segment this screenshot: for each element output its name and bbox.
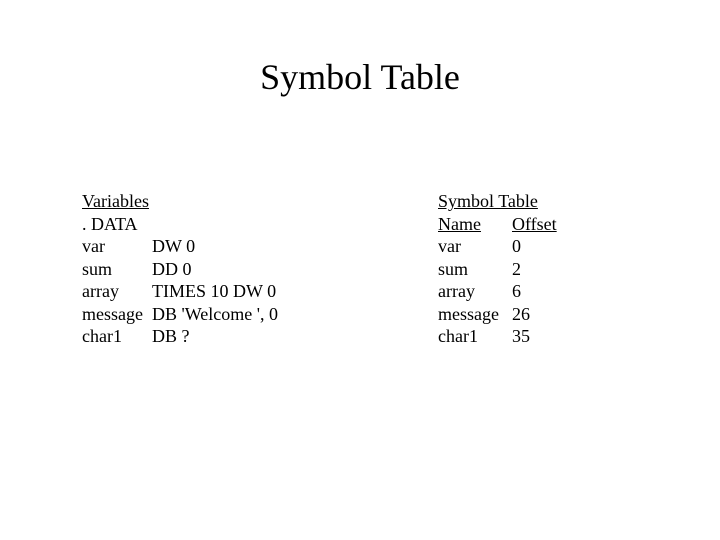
symbol-name: var [438, 235, 512, 258]
symbol-name: sum [438, 258, 512, 281]
variable-row: char1 DB ? [82, 325, 362, 348]
symbol-row: char1 35 [438, 325, 638, 348]
variable-name: var [82, 235, 152, 258]
variable-name: char1 [82, 325, 152, 348]
variable-def: DB 'Welcome ', 0 [152, 303, 278, 326]
variable-row: array TIMES 10 DW 0 [82, 280, 362, 303]
variables-heading: Variables [82, 190, 362, 213]
slide: Symbol Table Variables . DATA var DW 0 s… [0, 0, 720, 540]
symbol-row: array 6 [438, 280, 638, 303]
column-header-offset: Offset [512, 213, 557, 236]
variable-row: var DW 0 [82, 235, 362, 258]
variable-row: sum DD 0 [82, 258, 362, 281]
variable-name: sum [82, 258, 152, 281]
variables-column: Variables . DATA var DW 0 sum DD 0 array… [82, 190, 362, 348]
symbol-row: sum 2 [438, 258, 638, 281]
data-section-label: . DATA [82, 213, 362, 236]
variable-def: DB ? [152, 325, 190, 348]
symbol-row: var 0 [438, 235, 638, 258]
symbol-offset: 35 [512, 325, 530, 348]
page-title: Symbol Table [0, 56, 720, 98]
column-header-name: Name [438, 213, 512, 236]
variable-row: message DB 'Welcome ', 0 [82, 303, 362, 326]
variable-def: DW 0 [152, 235, 195, 258]
variable-name: message [82, 303, 152, 326]
symbol-offset: 2 [512, 258, 521, 281]
symbol-table-heading: Symbol Table [438, 190, 638, 213]
symbol-name: array [438, 280, 512, 303]
symbol-name: message [438, 303, 512, 326]
variable-def: TIMES 10 DW 0 [152, 280, 276, 303]
content-area: Variables . DATA var DW 0 sum DD 0 array… [82, 190, 638, 348]
symbol-name: char1 [438, 325, 512, 348]
variable-def: DD 0 [152, 258, 192, 281]
variable-name: array [82, 280, 152, 303]
symbol-offset: 26 [512, 303, 530, 326]
symbol-table-header: Name Offset [438, 213, 638, 236]
symbol-offset: 0 [512, 235, 521, 258]
symbol-offset: 6 [512, 280, 521, 303]
symbol-row: message 26 [438, 303, 638, 326]
symbol-table-column: Symbol Table Name Offset var 0 sum 2 arr… [438, 190, 638, 348]
